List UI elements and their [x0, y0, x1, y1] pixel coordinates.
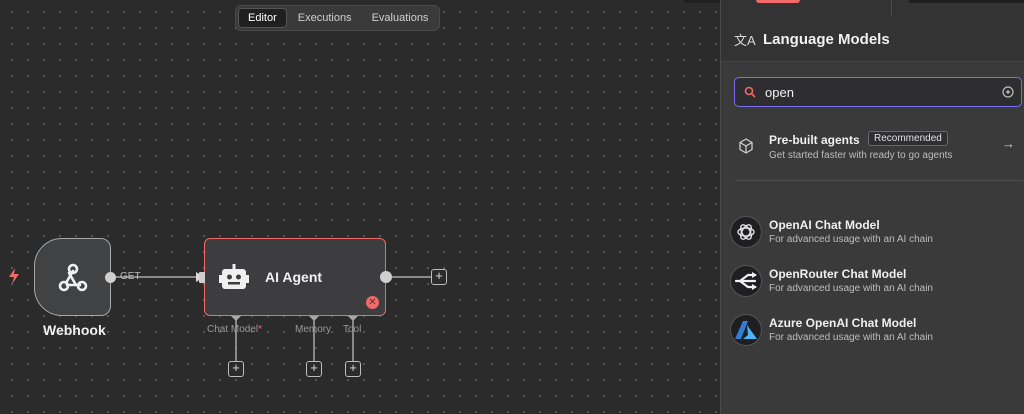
search-input[interactable] [765, 84, 995, 100]
model-title: OpenRouter Chat Model [769, 267, 907, 281]
trigger-bolt-icon [9, 268, 19, 284]
ai-agent-node[interactable]: AI Agent ✕ [204, 238, 386, 316]
header-toolbar-edge [909, 0, 1024, 3]
search-icon [744, 86, 756, 98]
add-tool-button[interactable]: + [345, 361, 361, 377]
panel-title: Language Models [763, 31, 890, 48]
workflow-canvas[interactable]: GET Webhook AI Agent ✕ + Chat Model* Mem… [0, 0, 720, 414]
recommended-badge: Recommended [868, 131, 948, 146]
azure-icon [730, 314, 762, 346]
tool-port-label: Tool [343, 324, 362, 335]
chat-model-port-label: Chat Model* [207, 324, 262, 335]
search-field[interactable] [734, 77, 1022, 107]
view-tabs: Editor Executions Evaluations [235, 5, 441, 31]
node-creator-panel: 文A Language Models Pre-built agents Reco… [720, 0, 1024, 414]
required-mark: * [258, 324, 263, 335]
list-item-openrouter-chat-model[interactable]: OpenRouter Chat Model For advanced usage… [721, 259, 1024, 303]
list-item-azure-openai-chat-model[interactable]: Azure OpenAI Chat Model For advanced usa… [721, 308, 1024, 352]
webhook-label: Webhook [43, 322, 106, 338]
prebuilt-agents-title: Pre-built agents [769, 133, 860, 147]
model-title: Azure OpenAI Chat Model [769, 316, 917, 330]
add-node-after-button[interactable]: + [431, 269, 447, 285]
webhook-output-handle[interactable] [105, 272, 116, 283]
tab-evaluations[interactable]: Evaluations [363, 8, 438, 28]
robot-icon [219, 264, 249, 289]
prebuilt-agents-description: Get started faster with ready to go agen… [769, 150, 953, 161]
cube-icon [739, 138, 753, 154]
prebuilt-agents-item[interactable]: Pre-built agents Recommended Get started… [721, 122, 1024, 172]
list-item-openai-chat-model[interactable]: OpenAI Chat Model For advanced usage wit… [721, 210, 1024, 254]
tab-editor[interactable]: Editor [238, 8, 287, 28]
chat-model-text: Chat Model [207, 324, 259, 335]
openai-icon [730, 216, 762, 248]
agent-output-handle[interactable] [380, 271, 392, 283]
arrow-right-icon: → [1002, 136, 1015, 151]
model-description: For advanced usage with an AI chain [769, 332, 933, 343]
clear-search-icon[interactable] [1002, 86, 1014, 98]
model-title: OpenAI Chat Model [769, 218, 880, 232]
add-memory-button[interactable]: + [306, 361, 322, 377]
tab-executions[interactable]: Executions [289, 8, 361, 28]
connections-layer [112, 272, 431, 362]
header-divider [891, 0, 892, 16]
model-description: For advanced usage with an AI chain [769, 234, 933, 245]
header-top-edge [721, 0, 1024, 16]
webhook-icon [58, 263, 88, 292]
webhook-node[interactable] [34, 238, 111, 316]
openrouter-icon [730, 265, 762, 297]
agent-input-handle[interactable] [199, 272, 205, 283]
method-label: GET [120, 271, 141, 282]
panel-divider [735, 180, 1023, 181]
error-icon[interactable]: ✕ [366, 296, 379, 309]
model-description: For advanced usage with an AI chain [769, 283, 933, 294]
translate-icon: 文A [734, 33, 756, 48]
memory-port-label: Memory [295, 324, 332, 335]
panel-header: 文A Language Models [721, 0, 1024, 62]
agent-label: AI Agent [265, 269, 323, 285]
add-chat-model-button[interactable]: + [228, 361, 244, 377]
header-accent-mark [756, 0, 800, 3]
